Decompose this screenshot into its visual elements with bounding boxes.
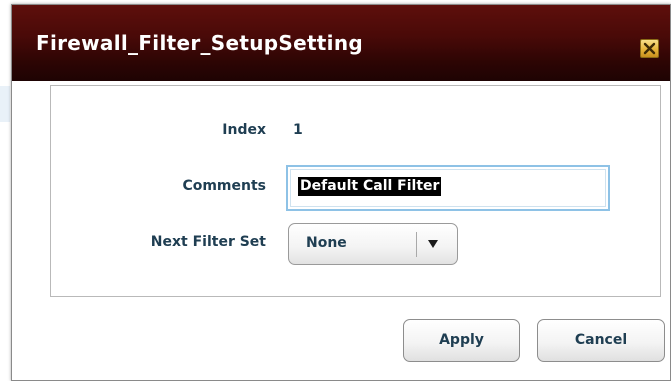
- background-row-highlight: [0, 86, 10, 122]
- setup-dialog: Firewall_Filter_SetupSetting Index 1 Com…: [11, 4, 671, 381]
- next-filter-set-label: Next Filter Set: [150, 234, 266, 250]
- comments-input[interactable]: Default Call Filter: [286, 165, 610, 211]
- index-label: Index: [222, 122, 266, 138]
- next-filter-set-select[interactable]: None: [288, 223, 458, 265]
- select-divider: [416, 232, 417, 257]
- dialog-titlebar: Firewall_Filter_SetupSetting: [12, 5, 670, 81]
- comments-label: Comments: [182, 178, 266, 194]
- dialog-title: Firewall_Filter_SetupSetting: [36, 31, 363, 55]
- next-filter-set-selected: None: [306, 235, 347, 251]
- apply-button[interactable]: Apply: [403, 319, 520, 362]
- comments-input-value: Default Call Filter: [298, 177, 442, 196]
- close-button[interactable]: [640, 39, 659, 58]
- dropdown-arrow-icon: [428, 240, 438, 248]
- index-value: 1: [293, 122, 303, 138]
- cancel-button[interactable]: Cancel: [537, 319, 665, 362]
- close-icon: [643, 42, 656, 55]
